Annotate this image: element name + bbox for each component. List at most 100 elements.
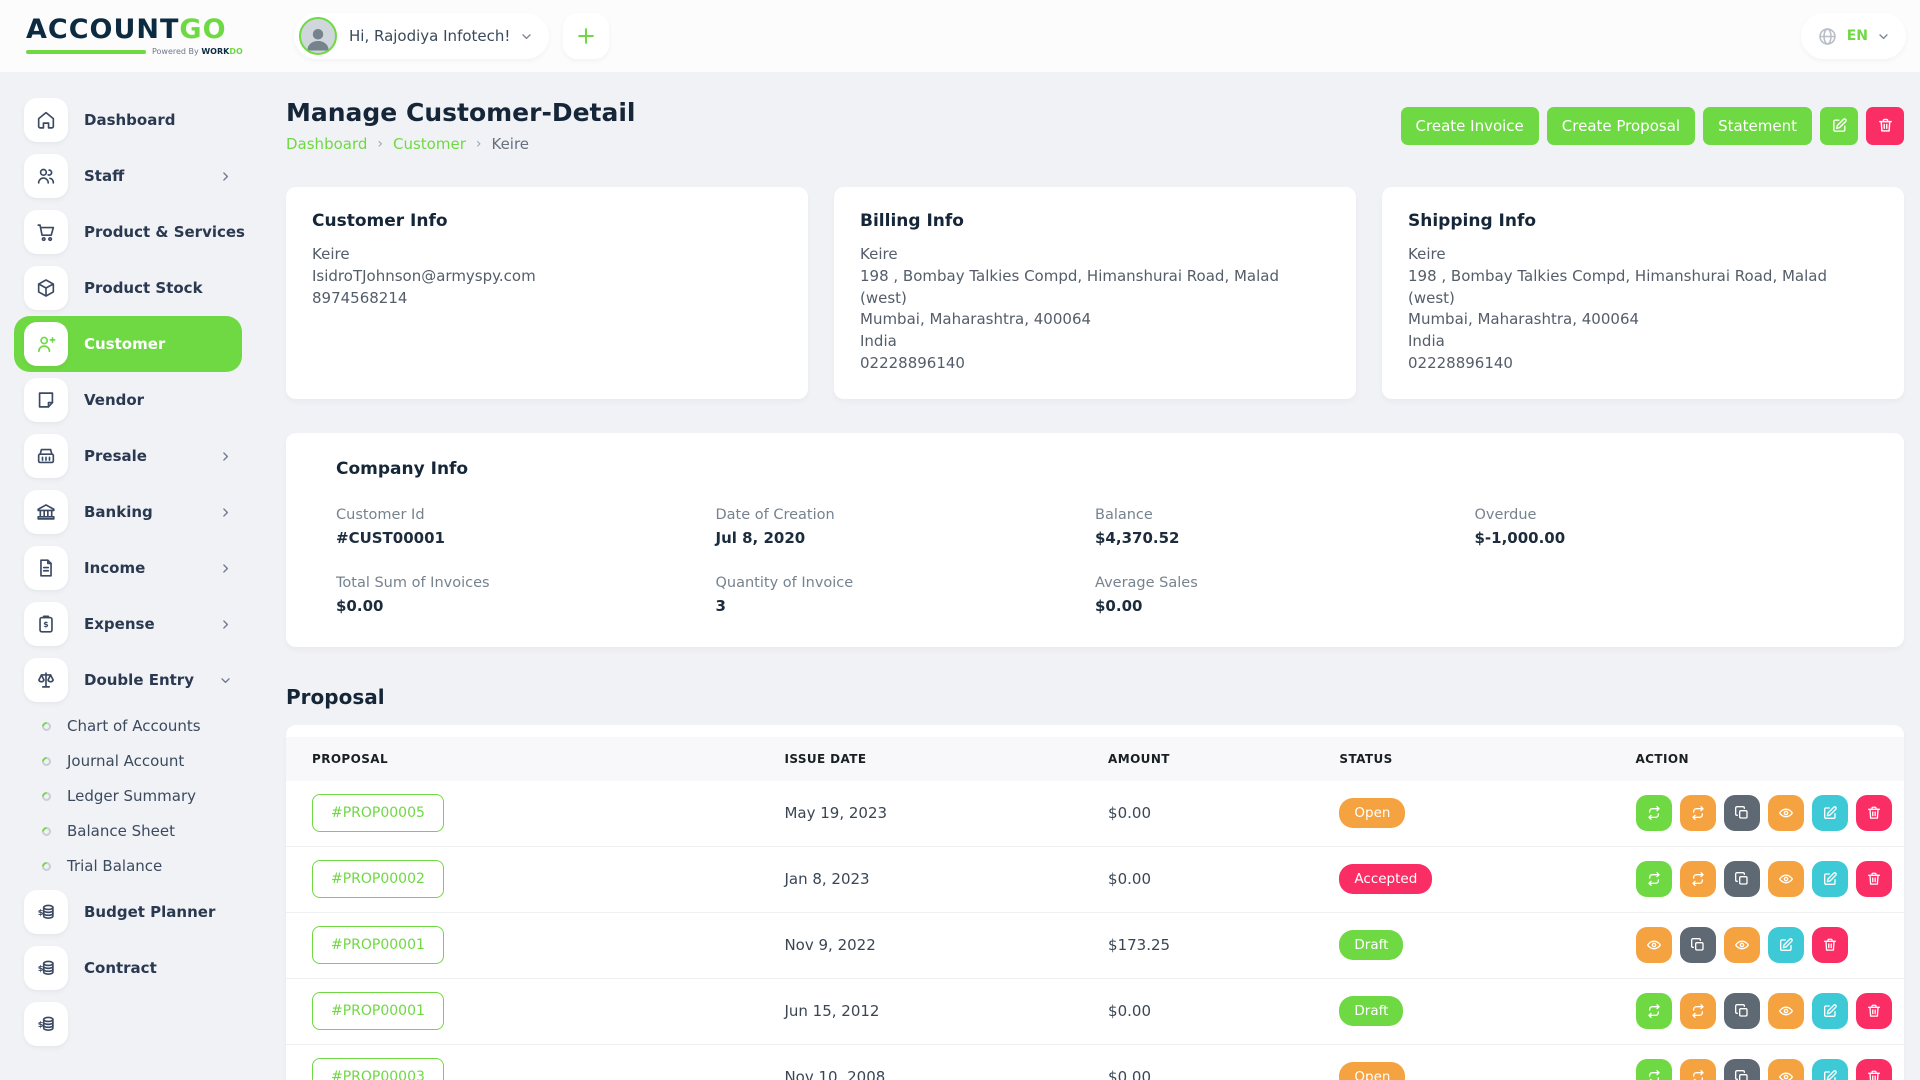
field-label: Quantity of Invoice (716, 575, 1096, 591)
copy-link-button[interactable] (1724, 993, 1760, 1029)
trash-icon (1866, 805, 1882, 821)
language-selector[interactable]: EN (1801, 13, 1906, 59)
convert-button[interactable] (1636, 993, 1672, 1029)
proposal-id-link[interactable]: #PROP00005 (312, 794, 444, 832)
create-invoice-button[interactable]: Create Invoice (1401, 107, 1539, 145)
coins-icon (24, 1002, 68, 1046)
info-line: Mumbai, Maharashtra, 400064 (1408, 309, 1878, 331)
delete-button[interactable] (1856, 795, 1892, 831)
sidebar-item-trial-balance[interactable]: Trial Balance (14, 849, 242, 883)
sidebar-item-journal-account[interactable]: Journal Account (14, 744, 242, 778)
info-line: India (1408, 331, 1878, 353)
sidebar-item-label: Product Stock (84, 279, 203, 297)
logo-underline (26, 50, 146, 54)
edit-button[interactable] (1812, 993, 1848, 1029)
proposal-id-link[interactable]: #PROP00001 (312, 992, 444, 1030)
sidebar-subitem-label: Balance Sheet (67, 822, 175, 840)
breadcrumb-item[interactable]: Customer (393, 135, 466, 153)
field-value: 3 (716, 597, 1096, 615)
convert-button[interactable] (1636, 861, 1672, 897)
issue-date: Jan 8, 2023 (758, 870, 1082, 888)
copy-link-button[interactable] (1724, 861, 1760, 897)
field-value: $0.00 (336, 597, 716, 615)
sidebar-item-double-entry[interactable]: Double Entry (14, 652, 242, 708)
sidebar-item-label: Banking (84, 503, 153, 521)
sidebar-item-balance-sheet[interactable]: Balance Sheet (14, 814, 242, 848)
status-badge: Draft (1339, 996, 1403, 1026)
copy-link-button[interactable] (1680, 927, 1716, 963)
info-line: Keire (1408, 244, 1878, 266)
sidebar-item-income[interactable]: Income (14, 540, 242, 596)
chevron-right-icon (219, 562, 232, 575)
view-button[interactable] (1724, 927, 1760, 963)
delete-button[interactable] (1856, 993, 1892, 1029)
copy-link-button[interactable] (1724, 795, 1760, 831)
sidebar-item-label: Income (84, 559, 145, 577)
sidebar-item-ledger-summary[interactable]: Ledger Summary (14, 779, 242, 813)
delete-customer-button[interactable] (1866, 107, 1904, 145)
sidebar-item-banking[interactable]: Banking (14, 484, 242, 540)
convert-button[interactable] (1636, 795, 1672, 831)
delete-button[interactable] (1812, 927, 1848, 963)
status-badge: Open (1339, 1062, 1405, 1080)
company-field: Quantity of Invoice 3 (716, 575, 1096, 615)
breadcrumb-separator: › (377, 136, 383, 152)
proposal-id-link[interactable]: #PROP00002 (312, 860, 444, 898)
edit-button[interactable] (1812, 795, 1848, 831)
duplicate-button[interactable] (1680, 1059, 1716, 1080)
sidebar-item-product-stock[interactable]: Product Stock (14, 260, 242, 316)
eye-icon (1778, 871, 1794, 887)
sidebar-item-vendor[interactable]: Vendor (14, 372, 242, 428)
sidebar-item-staff[interactable]: Staff (14, 148, 242, 204)
copy-link-button[interactable] (1724, 1059, 1760, 1080)
statement-button[interactable]: Statement (1703, 107, 1812, 145)
sidebar-item-product-services[interactable]: Product & Services (14, 204, 242, 260)
edit-button[interactable] (1812, 1059, 1848, 1080)
delete-button[interactable] (1856, 861, 1892, 897)
view-button[interactable] (1768, 993, 1804, 1029)
sidebar-item-budget-planner[interactable]: Budget Planner (14, 884, 242, 940)
globe-icon (1817, 26, 1838, 47)
duplicate-button[interactable] (1680, 795, 1716, 831)
preview-button[interactable] (1636, 927, 1672, 963)
edit-customer-button[interactable] (1820, 107, 1858, 145)
trash-icon (1822, 937, 1838, 953)
chevron-right-icon (219, 618, 232, 631)
sidebar-item-expense[interactable]: Expense (14, 596, 242, 652)
edit-icon (1831, 117, 1848, 134)
edit-button[interactable] (1768, 927, 1804, 963)
language-label: EN (1847, 28, 1868, 44)
sidebar-item-dashboard[interactable]: Dashboard (14, 92, 242, 148)
duplicate-button[interactable] (1680, 861, 1716, 897)
view-button[interactable] (1768, 795, 1804, 831)
breadcrumb-item[interactable]: Dashboard (286, 135, 367, 153)
sidebar-item-chart-of-accounts[interactable]: Chart of Accounts (14, 709, 242, 743)
avatar (299, 17, 337, 55)
delete-button[interactable] (1856, 1059, 1892, 1080)
logo-text: ACCOUNTGO (26, 16, 258, 43)
quick-add-button[interactable] (563, 13, 609, 59)
convert-button[interactable] (1636, 1059, 1672, 1080)
sidebar-item-contract[interactable]: Contract (14, 940, 242, 996)
edit-icon (1822, 871, 1838, 887)
sidebar-item-label: Presale (84, 447, 147, 465)
create-proposal-button[interactable]: Create Proposal (1547, 107, 1695, 145)
view-button[interactable] (1768, 1059, 1804, 1080)
proposal-id-link[interactable]: #PROP00003 (312, 1058, 444, 1080)
sidebar-item-customer[interactable]: Customer (14, 316, 242, 372)
billing-info-card: Billing Info Keire198 , Bombay Talkies C… (834, 187, 1356, 399)
column-header: Amount (1082, 737, 1313, 781)
duplicate-button[interactable] (1680, 993, 1716, 1029)
proposal-id-link[interactable]: #PROP00001 (312, 926, 444, 964)
user-menu[interactable]: Hi, Rajodiya Infotech! (294, 13, 549, 59)
edit-button[interactable] (1812, 861, 1848, 897)
sidebar-item-presale[interactable]: Presale (14, 428, 242, 484)
box-icon (24, 266, 68, 310)
info-line: Keire (860, 244, 1330, 266)
user-greeting: Hi, Rajodiya Infotech! (349, 27, 510, 45)
app-logo[interactable]: ACCOUNTGO Powered By WORKDO (26, 16, 258, 56)
sidebar-item[interactable] (14, 996, 242, 1052)
info-line: 8974568214 (312, 288, 782, 310)
table-row: #PROP00002 Jan 8, 2023 $0.00 Accepted (286, 847, 1904, 913)
view-button[interactable] (1768, 861, 1804, 897)
